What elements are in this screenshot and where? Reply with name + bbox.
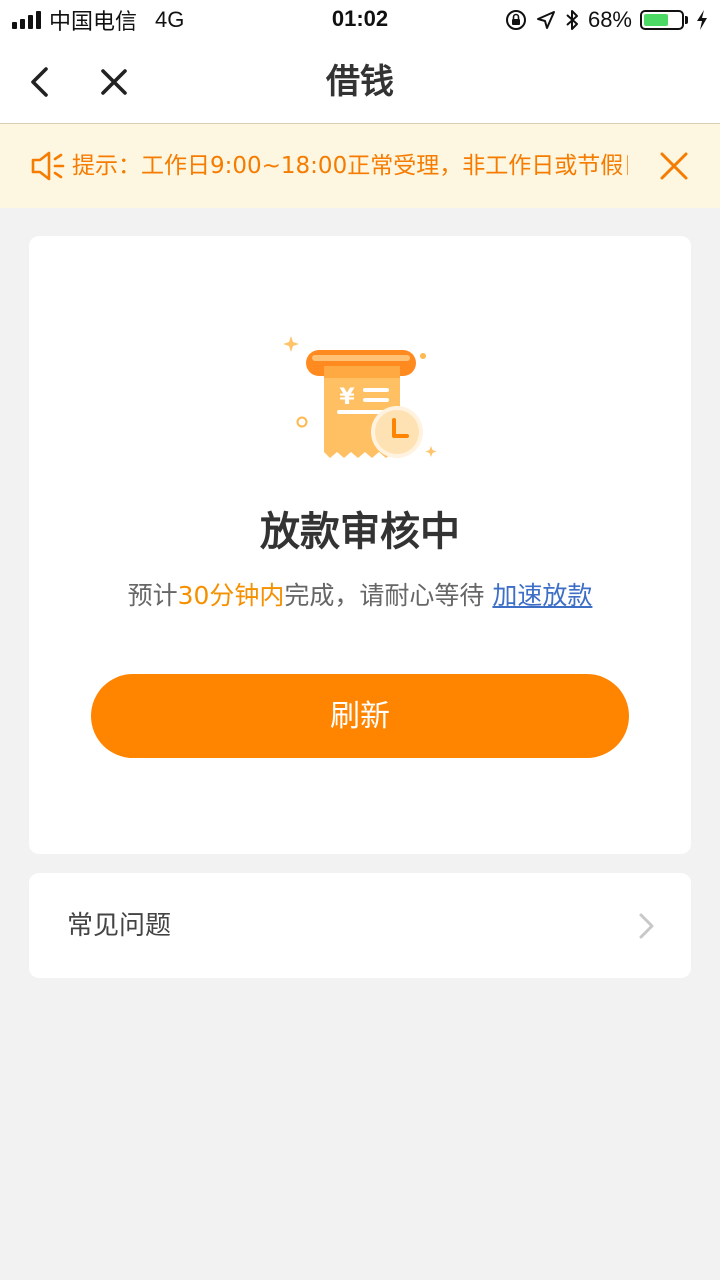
desc-suffix: 完成，请耐心等待	[284, 581, 485, 610]
desc-time-highlight: 30分钟内	[177, 581, 285, 610]
svg-text:¥: ¥	[339, 385, 355, 410]
notice-text: 提示：工作日9:00~18:00正常受理，非工作日或节假日	[72, 153, 628, 179]
battery-percent: 68%	[587, 7, 632, 32]
rotation-lock-icon	[505, 10, 526, 30]
speed-up-link[interactable]: 加速放款	[492, 581, 592, 610]
speaker-icon	[31, 151, 65, 181]
chevron-right-icon	[639, 913, 654, 939]
receipt-clock-illustration: ¥	[283, 336, 437, 458]
location-icon	[536, 11, 555, 29]
faq-entry[interactable]: 常见问题	[29, 873, 691, 978]
status-description: 预计30分钟内完成，请耐心等待 加速放款	[29, 574, 691, 618]
loan-status-card: ¥ 放款审核中 预计30分钟内完成，请耐心等待 加速放款 刷新	[29, 236, 691, 854]
refresh-button[interactable]: 刷新	[91, 674, 629, 758]
page-title: 借钱	[326, 62, 394, 102]
desc-prefix: 预计	[127, 581, 178, 610]
notice-close-icon[interactable]	[658, 150, 690, 182]
notice-bar: 提示：工作日9:00~18:00正常受理，非工作日或节假日	[0, 124, 720, 208]
status-title: 放款审核中	[260, 509, 460, 555]
bluetooth-icon	[566, 10, 578, 30]
charging-icon	[697, 10, 707, 30]
nav-bar: 借钱	[0, 40, 720, 124]
status-right: 68%	[504, 6, 708, 34]
battery-icon	[640, 10, 688, 30]
faq-label: 常见问题	[67, 911, 172, 941]
status-bar: 中国电信 4G 01:02 68%	[0, 0, 720, 40]
